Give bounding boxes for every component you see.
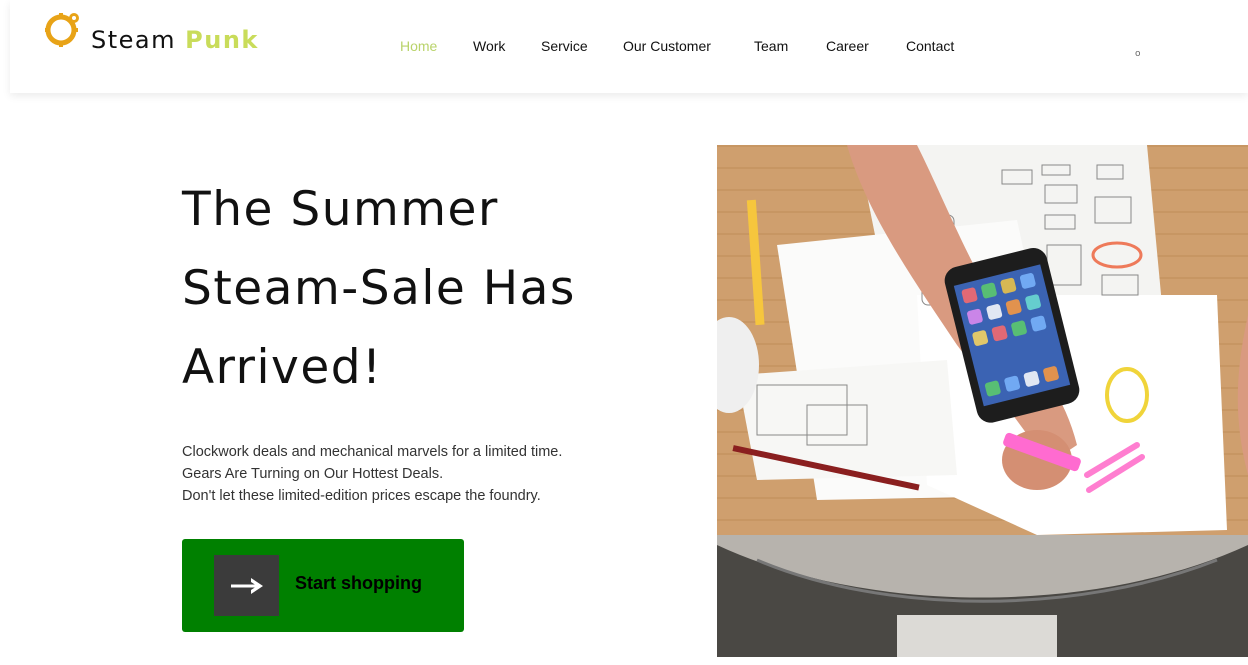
brand-name-part2: Punk	[185, 26, 259, 54]
hero-title: The Summer Steam-Sale Has Arrived!	[182, 170, 662, 407]
hero-subtitle: Clockwork deals and mechanical marvels f…	[182, 441, 652, 507]
nav-work[interactable]: Work	[473, 38, 505, 54]
hero-subtitle-line: Don't let these limited-edition prices e…	[182, 488, 541, 504]
cta-label: Start shopping	[295, 573, 422, 593]
brand-name: Steam Punk	[91, 26, 259, 54]
brand-name-part1: Steam	[91, 26, 176, 54]
hero-title-line: The Summer	[182, 182, 499, 237]
gear-icon	[45, 13, 79, 47]
start-shopping-button[interactable]: Start shopping	[182, 539, 464, 632]
nav-home[interactable]: Home	[400, 38, 437, 54]
brand-logo[interactable]: Steam Punk	[45, 10, 257, 54]
nav-service[interactable]: Service	[541, 38, 588, 54]
hero-subtitle-line: Gears Are Turning on Our Hottest Deals.	[182, 466, 444, 482]
nav-our-customer[interactable]: Our Customer	[623, 38, 711, 54]
nav-team[interactable]: Team	[754, 38, 788, 54]
arrow-right-icon	[230, 577, 263, 594]
hero-subtitle-line: Clockwork deals and mechanical marvels f…	[182, 444, 563, 460]
nav-contact[interactable]: Contact	[906, 38, 954, 54]
cta-icon-box	[214, 555, 279, 616]
hero-title-line: Arrived!	[182, 340, 383, 395]
header-dot: o	[1135, 49, 1141, 59]
nav-career[interactable]: Career	[826, 38, 869, 54]
workspace-photo	[717, 145, 1248, 657]
hero-title-line: Steam-Sale Has	[182, 261, 576, 316]
site-header: Steam Punk Home Work Service Our Custome…	[10, 0, 1248, 93]
